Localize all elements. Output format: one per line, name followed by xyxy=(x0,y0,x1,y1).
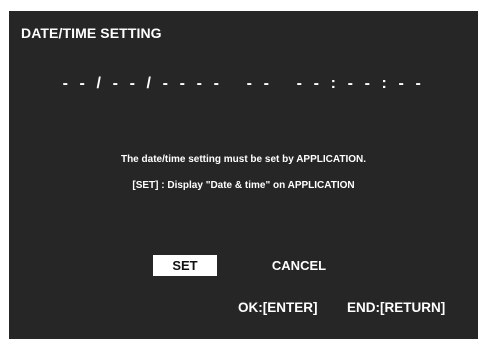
cancel-button[interactable]: CANCEL xyxy=(259,255,339,276)
date-time-setting-dialog: DATE/TIME SETTING - - / - - / - - - - - … xyxy=(9,11,478,339)
ok-key-hint: OK:[ENTER] xyxy=(238,300,318,315)
dialog-title: DATE/TIME SETTING xyxy=(21,25,162,41)
info-message-line-1: The date/time setting must be set by APP… xyxy=(120,154,367,165)
datetime-display: - - / - - / - - - - - - - - : - - : - - xyxy=(62,75,425,92)
end-key-hint: END:[RETURN] xyxy=(347,300,446,315)
set-button[interactable]: SET xyxy=(153,255,217,276)
info-message-line-2: [SET] : Display "Date & time" on APPLICA… xyxy=(132,180,355,191)
